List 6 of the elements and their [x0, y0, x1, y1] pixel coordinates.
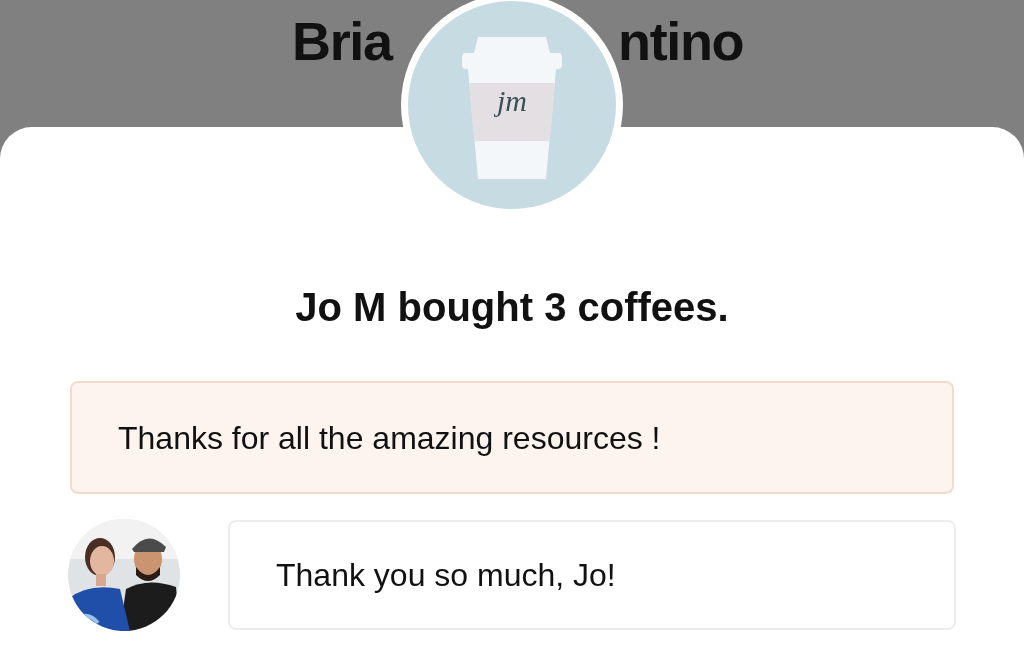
reply-text: Thank you so much, Jo! [276, 556, 616, 595]
coffee-cup-icon [460, 37, 564, 179]
profile-name: ntino [618, 14, 744, 68]
message-text: Thanks for all the amazing resources ! [118, 418, 661, 458]
profile-name: Bria [292, 14, 392, 68]
headline: Jo M bought 3 coffees. [295, 287, 729, 327]
